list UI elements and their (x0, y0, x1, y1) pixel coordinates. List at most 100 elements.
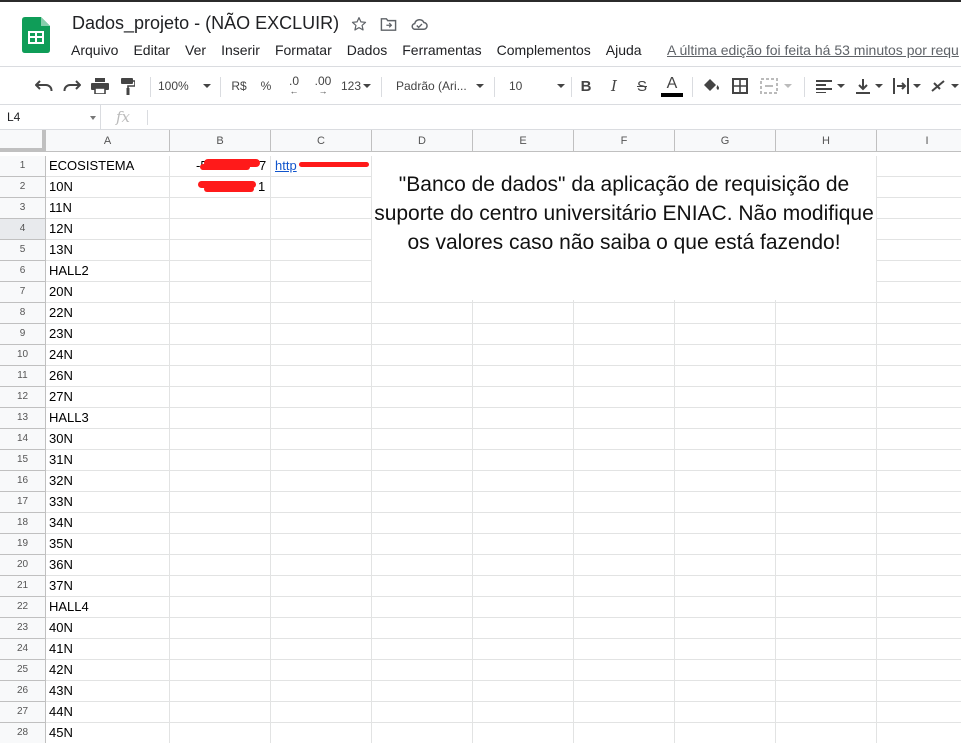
cell-i18[interactable] (877, 513, 961, 534)
column-header-d[interactable]: D (372, 130, 473, 152)
row-header[interactable]: 24 (0, 639, 46, 660)
cell-h28[interactable] (776, 723, 877, 743)
cell-c17[interactable] (271, 492, 372, 513)
cell-g27[interactable] (675, 702, 776, 723)
cell-a28[interactable]: 45N (46, 723, 170, 743)
cell-h23[interactable] (776, 618, 877, 639)
cell-d21[interactable] (372, 576, 473, 597)
cell-b8[interactable] (170, 303, 271, 324)
menu-arquivo[interactable]: Arquivo (63, 40, 125, 60)
zoom-select[interactable]: 100% (158, 67, 216, 105)
column-header-b[interactable]: B (170, 130, 271, 152)
cell-i27[interactable] (877, 702, 961, 723)
vertical-align-icon[interactable] (852, 67, 886, 105)
cell-b16[interactable] (170, 471, 271, 492)
menu-ferramentas[interactable]: Ferramentas (394, 40, 488, 60)
fill-color-icon[interactable] (698, 67, 722, 105)
cell-a5[interactable]: 13N (46, 240, 170, 261)
cell-h9[interactable] (776, 324, 877, 345)
row-header[interactable]: 7 (0, 282, 46, 303)
cell-e24[interactable] (473, 639, 574, 660)
cell-g26[interactable] (675, 681, 776, 702)
cell-a8[interactable]: 22N (46, 303, 170, 324)
cell-c28[interactable] (271, 723, 372, 743)
move-to-folder-icon[interactable] (378, 14, 398, 34)
cell-i8[interactable] (877, 303, 961, 324)
cell-c20[interactable] (271, 555, 372, 576)
cell-c25[interactable] (271, 660, 372, 681)
cell-h11[interactable] (776, 366, 877, 387)
cell-c27[interactable] (271, 702, 372, 723)
cell-c14[interactable] (271, 429, 372, 450)
cell-e28[interactable] (473, 723, 574, 743)
cell-c24[interactable] (271, 639, 372, 660)
cell-a16[interactable]: 32N (46, 471, 170, 492)
row-header[interactable]: 15 (0, 450, 46, 471)
column-header-a[interactable]: A (46, 130, 170, 152)
row-header[interactable]: 13 (0, 408, 46, 429)
cell-b12[interactable] (170, 387, 271, 408)
row-header[interactable]: 21 (0, 576, 46, 597)
cell-h8[interactable] (776, 303, 877, 324)
cell-i16[interactable] (877, 471, 961, 492)
cell-d8[interactable] (372, 303, 473, 324)
bold-button[interactable]: B (576, 67, 596, 105)
cell-g23[interactable] (675, 618, 776, 639)
cell-e22[interactable] (473, 597, 574, 618)
cell-i21[interactable] (877, 576, 961, 597)
cell-d9[interactable] (372, 324, 473, 345)
row-header[interactable]: 3 (0, 198, 46, 219)
cell-b19[interactable] (170, 534, 271, 555)
cell-b18[interactable] (170, 513, 271, 534)
cloud-saved-icon[interactable] (409, 14, 429, 34)
cell-a23[interactable]: 40N (46, 618, 170, 639)
formula-input[interactable] (152, 109, 952, 126)
cell-h19[interactable] (776, 534, 877, 555)
cell-h20[interactable] (776, 555, 877, 576)
menu-inserir[interactable]: Inserir (213, 40, 267, 60)
cell-f11[interactable] (574, 366, 675, 387)
cell-g10[interactable] (675, 345, 776, 366)
cell-i12[interactable] (877, 387, 961, 408)
cell-i6[interactable] (877, 261, 961, 282)
cell-b25[interactable] (170, 660, 271, 681)
horizontal-align-icon[interactable] (812, 67, 848, 105)
cell-b5[interactable] (170, 240, 271, 261)
cell-c8[interactable] (271, 303, 372, 324)
cell-a13[interactable]: HALL3 (46, 408, 170, 429)
cell-a22[interactable]: HALL4 (46, 597, 170, 618)
cell-f10[interactable] (574, 345, 675, 366)
cell-a9[interactable]: 23N (46, 324, 170, 345)
decrease-decimals-button[interactable]: .0 ← (282, 67, 306, 105)
cell-e19[interactable] (473, 534, 574, 555)
last-edit-link[interactable]: A última edição foi feita há 53 minutos … (667, 42, 959, 58)
cell-f8[interactable] (574, 303, 675, 324)
cell-h14[interactable] (776, 429, 877, 450)
cell-b9[interactable] (170, 324, 271, 345)
row-header[interactable]: 9 (0, 324, 46, 345)
cell-b2[interactable]: 1 (170, 177, 271, 198)
cell-i24[interactable] (877, 639, 961, 660)
strikethrough-button[interactable]: S (632, 67, 652, 105)
cell-b21[interactable] (170, 576, 271, 597)
cell-b13[interactable] (170, 408, 271, 429)
row-header[interactable]: 6 (0, 261, 46, 282)
cell-f28[interactable] (574, 723, 675, 743)
cell-g11[interactable] (675, 366, 776, 387)
cell-e13[interactable] (473, 408, 574, 429)
cell-f17[interactable] (574, 492, 675, 513)
cell-i26[interactable] (877, 681, 961, 702)
row-header[interactable]: 14 (0, 429, 46, 450)
cell-c22[interactable] (271, 597, 372, 618)
cell-b10[interactable] (170, 345, 271, 366)
note-text-box[interactable]: "Banco de dados" da aplicação de requisi… (372, 152, 876, 300)
cell-c3[interactable] (271, 198, 372, 219)
row-header[interactable]: 25 (0, 660, 46, 681)
cell-a21[interactable]: 37N (46, 576, 170, 597)
text-rotation-icon[interactable] (928, 67, 961, 105)
row-header[interactable]: 11 (0, 366, 46, 387)
cell-b11[interactable] (170, 366, 271, 387)
cell-d20[interactable] (372, 555, 473, 576)
cell-e10[interactable] (473, 345, 574, 366)
cell-i17[interactable] (877, 492, 961, 513)
